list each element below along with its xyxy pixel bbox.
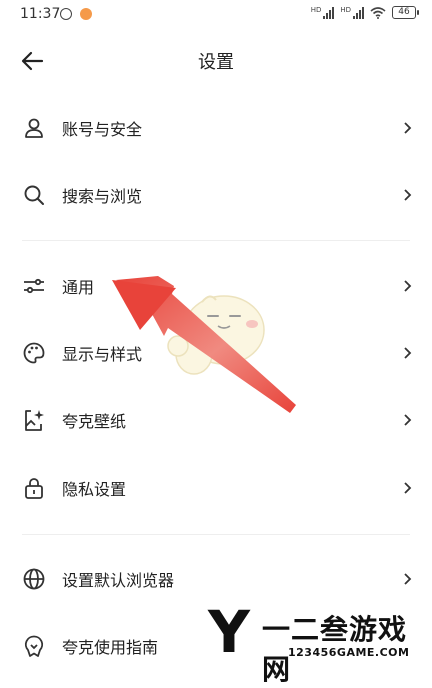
menu-item-account-security[interactable]: 账号与安全 [0,98,432,158]
app-notification-icon [80,8,92,20]
chevron-right-icon [404,573,412,585]
page-title: 设置 [198,52,234,73]
sliders-icon [24,278,44,294]
wifi-icon [370,6,386,19]
signal-hd-label-2: HD [340,5,351,14]
menu-item-label: 通用 [62,278,95,297]
chevron-right-icon [404,414,412,426]
wallpaper-icon [25,410,44,431]
battery-icon: 46 [392,6,419,19]
menu-item-wallpaper[interactable]: 夸克壁纸 [0,390,432,450]
signal-icon-2: HD [340,5,364,19]
chevron-right-icon [404,280,412,292]
palette-icon [23,342,45,364]
menu-item-label: 夸克使用指南 [62,638,159,657]
bulb-icon [24,635,44,657]
chevron-right-icon [404,482,412,494]
person-icon [25,118,43,138]
signal-icon: HD [310,5,335,19]
chevron-right-icon [404,189,412,201]
status-bar: 11:37 HD HD 46 [0,0,432,30]
menu-item-display-style[interactable]: 显示与样式 [0,323,432,383]
header: 设置 [0,30,432,90]
menu-item-label: 搜索与浏览 [62,187,143,206]
chevron-right-icon [404,122,412,134]
menu-item-search-browse[interactable]: 搜索与浏览 [0,165,432,225]
section-divider [22,240,410,241]
menu-item-label: 隐私设置 [62,480,127,499]
lock-icon [25,478,43,499]
menu-item-guide[interactable]: 夸克使用指南 [0,616,432,676]
globe-icon [23,568,45,590]
menu-item-privacy[interactable]: 隐私设置 [0,458,432,518]
alarm-icon [60,8,72,20]
menu-item-label: 账号与安全 [62,120,143,139]
chevron-right-icon [404,347,412,359]
menu-item-default-browser[interactable]: 设置默认浏览器 [0,549,432,609]
section-divider [22,534,410,535]
search-icon [24,185,44,205]
menu-item-label: 显示与样式 [62,345,143,364]
signal-hd-label: HD [310,5,322,14]
menu-item-general[interactable]: 通用 [0,256,432,316]
status-time: 11:37 [20,6,61,22]
menu-item-label: 设置默认浏览器 [62,571,175,590]
menu-item-label: 夸克壁纸 [62,412,127,431]
